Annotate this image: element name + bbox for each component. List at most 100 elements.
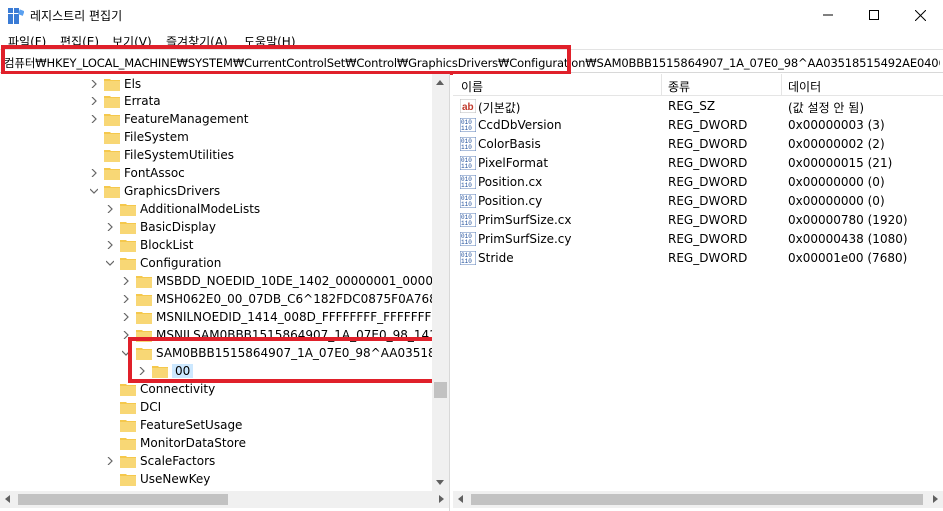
value-row[interactable]: 010 110 CcdDbVersion REG_DWORD 0x00000003…: [453, 116, 943, 135]
chevron-right-icon[interactable]: [120, 311, 132, 323]
tree-item[interactable]: FileSystem: [88, 128, 189, 146]
chevron-right-icon[interactable]: [88, 167, 100, 179]
tree-item[interactable]: FeatureSetUsage: [104, 416, 242, 434]
tree-item[interactable]: Errata: [88, 92, 161, 110]
tree-item-label: ScaleFactors: [140, 454, 216, 468]
tree-item[interactable]: MSBDD_NOEDID_10DE_1402_00000001_00000000: [120, 272, 449, 290]
chevron-right-icon[interactable]: [88, 78, 100, 90]
menu-file[interactable]: 파일(F): [8, 33, 46, 50]
menu-view[interactable]: 보기(V): [112, 33, 152, 50]
menu-edit[interactable]: 편집(E): [60, 33, 99, 50]
chevron-down-icon[interactable]: [104, 257, 116, 269]
scroll-right-icon[interactable]: [439, 495, 444, 503]
value-row[interactable]: 010 110 PixelFormat REG_DWORD 0x00000015 …: [453, 154, 943, 173]
tree-item[interactable]: UseNewKey: [104, 470, 210, 488]
menu-help[interactable]: 도움말(H): [244, 33, 296, 50]
value-row[interactable]: 010 110 PrimSurfSize.cx REG_DWORD 0x00000…: [453, 211, 943, 230]
value-row[interactable]: 010 110 Stride REG_DWORD 0x00001e00 (7680…: [453, 249, 943, 268]
tree-item-label: AdditionalModeLists: [140, 202, 261, 216]
scroll-thumb[interactable]: [18, 494, 228, 505]
binary-value-icon: 010110: [460, 156, 476, 170]
value-row[interactable]: 010 110 ColorBasis REG_DWORD 0x00000002 (…: [453, 135, 943, 154]
tree-item[interactable]: GraphicsDrivers: [88, 182, 220, 200]
value-data: 0x00001e00 (7680): [788, 251, 908, 265]
value-name: (기본값): [478, 101, 521, 115]
value-row[interactable]: 010 110 Position.cx REG_DWORD 0x00000000 …: [453, 173, 943, 192]
tree-item[interactable]: DCI: [104, 398, 161, 416]
tree-item-label: SAM0BBB1515864907_1A_07E0_98^AA035185154: [156, 346, 450, 360]
scroll-thumb[interactable]: [471, 494, 923, 505]
svg-text:110: 110: [461, 220, 472, 227]
chevron-down-icon[interactable]: [88, 185, 100, 197]
scroll-up-icon[interactable]: [436, 80, 444, 85]
tree-item[interactable]: AdditionalModeLists: [104, 200, 260, 218]
value-type: REG_DWORD: [668, 175, 748, 189]
tree-item[interactable]: Els: [88, 75, 141, 93]
tree-item[interactable]: MSNILSAM0BBB1515864907_1A_07E0_98_1414_0: [120, 326, 450, 344]
folder-icon: [120, 400, 136, 414]
tree-horizontal-scrollbar[interactable]: [0, 491, 449, 508]
chevron-right-icon[interactable]: [120, 293, 132, 305]
chevron-right-icon[interactable]: [104, 455, 116, 467]
value-row[interactable]: 010 110 Position.cy REG_DWORD 0x00000000 …: [453, 192, 943, 211]
scroll-thumb[interactable]: [434, 382, 447, 398]
maximize-button[interactable]: [851, 0, 897, 30]
tree-item[interactable]: ScaleFactors: [104, 452, 215, 470]
close-icon: [914, 9, 926, 21]
binary-value-icon: 010110: [460, 137, 476, 151]
chevron-right-icon[interactable]: [120, 329, 132, 341]
value-list-pane[interactable]: 이름 종류 데이터 ab (기본값) REG_SZ (값 설정 안 됨) 010…: [453, 74, 943, 491]
scroll-right-icon[interactable]: [933, 495, 938, 503]
column-header-type[interactable]: 종류: [668, 78, 690, 95]
tree-item[interactable]: MSH062E0_00_07DB_C6^182FDC0875F0A76803E: [120, 290, 450, 308]
column-divider[interactable]: [781, 74, 782, 96]
value-data: 0x00000000 (0): [788, 175, 885, 189]
address-bar[interactable]: 컴퓨터₩HKEY_LOCAL_MACHINE₩SYSTEM₩CurrentCon…: [0, 49, 943, 73]
chevron-right-icon[interactable]: [104, 203, 116, 215]
tree-item[interactable]: BasicDisplay: [104, 218, 216, 236]
scroll-left-icon[interactable]: [5, 495, 10, 503]
tree-item[interactable]: BlockList: [104, 236, 193, 254]
folder-icon: [104, 166, 120, 180]
address-path[interactable]: 컴퓨터₩HKEY_LOCAL_MACHINE₩SYSTEM₩CurrentCon…: [4, 55, 940, 71]
column-divider[interactable]: [661, 74, 662, 96]
value-row[interactable]: ab (기본값) REG_SZ (값 설정 안 됨): [453, 97, 943, 116]
chevron-down-icon[interactable]: [120, 347, 132, 359]
value-name: Stride: [478, 251, 514, 265]
chevron-right-icon[interactable]: [120, 275, 132, 287]
tree-item[interactable]: MSNILNOEDID_1414_008D_FFFFFFFF_FFFFFFFF_…: [120, 308, 449, 326]
tree-item-label: MSNILSAM0BBB1515864907_1A_07E0_98_1414_0: [156, 328, 450, 342]
scroll-left-icon[interactable]: [458, 495, 463, 503]
value-row[interactable]: 010 110 PrimSurfSize.cy REG_DWORD 0x00000…: [453, 230, 943, 249]
tree-item-label: FeatureManagement: [124, 112, 249, 126]
tree-item[interactable]: SAM0BBB1515864907_1A_07E0_98^AA035185154: [120, 344, 450, 362]
tree-item[interactable]: Configuration: [104, 254, 221, 272]
tree-item[interactable]: Connectivity: [104, 380, 215, 398]
tree-item[interactable]: FontAssoc: [88, 164, 185, 182]
column-header-name[interactable]: 이름: [461, 78, 483, 95]
folder-icon: [104, 94, 120, 108]
tree-item-label: UseNewKey: [140, 472, 211, 486]
tree-item[interactable]: MonitorDataStore: [104, 434, 246, 452]
chevron-right-icon[interactable]: [104, 221, 116, 233]
tree-item-label: MSH062E0_00_07DB_C6^182FDC0875F0A76803E: [156, 292, 450, 306]
menu-favorites[interactable]: 즐겨찾기(A): [166, 33, 228, 50]
value-type: REG_DWORD: [668, 118, 748, 132]
tree-item[interactable]: FeatureManagement: [88, 110, 248, 128]
value-data: 0x00000003 (3): [788, 118, 885, 132]
key-tree-pane[interactable]: Els Errata FeatureManagement FileSystem …: [0, 74, 450, 511]
tree-item[interactable]: FileSystemUtilities: [88, 146, 234, 164]
close-button[interactable]: [897, 0, 943, 30]
scroll-down-icon[interactable]: [436, 480, 444, 485]
list-horizontal-scrollbar[interactable]: [453, 491, 943, 508]
chevron-right-icon[interactable]: [104, 239, 116, 251]
chevron-right-icon[interactable]: [88, 95, 100, 107]
folder-icon: [104, 112, 120, 126]
column-header-data[interactable]: 데이터: [788, 78, 821, 95]
tree-item-selected[interactable]: 00: [136, 362, 194, 380]
chevron-right-icon[interactable]: [88, 113, 100, 125]
string-value-icon: ab: [460, 99, 476, 113]
tree-vertical-scrollbar[interactable]: [432, 74, 449, 491]
minimize-button[interactable]: [805, 0, 851, 30]
chevron-right-icon[interactable]: [136, 365, 148, 377]
